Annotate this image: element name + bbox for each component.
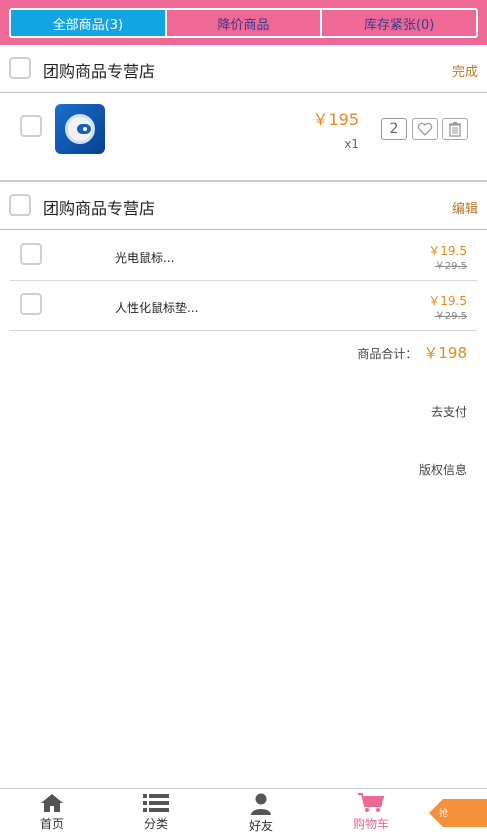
list-icon [143, 794, 169, 812]
nav-label: 好友 [248, 819, 273, 833]
item-checkbox[interactable] [20, 293, 42, 315]
nav-friends[interactable]: 好友 [221, 793, 301, 837]
tab-low-stock[interactable]: 库存紧张(0) [320, 10, 476, 36]
cart-icon [358, 793, 384, 812]
item-original-price: ￥29.5 [434, 311, 467, 322]
nav-category[interactable]: 分类 [116, 793, 196, 837]
cart-page: 全部商品(3) 降价商品 库存紧张(0) 团购商品专营店 完成 ￥195 x1 … [0, 0, 487, 838]
shop-header: 团购商品专营店 编辑 [0, 182, 487, 230]
favorite-heart-icon[interactable] [412, 118, 438, 140]
tab-bar: 全部商品(3) 降价商品 库存紧张(0) [0, 0, 487, 45]
copyright-link[interactable]: 版权信息 [419, 461, 467, 478]
item-name[interactable]: 人性化鼠标垫... [115, 299, 198, 316]
done-button[interactable]: 完成 [452, 61, 478, 80]
nav-label: 首页 [39, 817, 64, 831]
nav-label: 购物车 [352, 817, 389, 831]
user-icon [251, 793, 271, 815]
nav-home[interactable]: 首页 [12, 793, 92, 837]
shop-checkbox[interactable] [9, 57, 31, 79]
cart-item: 光电鼠标... ￥19.5 ￥29.5 [10, 231, 477, 281]
item-checkbox[interactable] [20, 243, 42, 265]
item-original-price: ￥29.5 [434, 261, 467, 272]
cart-item: ￥195 x1 2 [0, 95, 487, 181]
shop-header: 团购商品专营店 完成 [0, 45, 487, 93]
item-quantity-label: x1 [344, 137, 359, 151]
home-icon [41, 794, 63, 812]
quantity-stepper[interactable]: 2 [381, 118, 407, 140]
grab-label: 抢 [439, 809, 449, 819]
item-checkbox[interactable] [20, 115, 42, 137]
item-name[interactable]: 光电鼠标... [115, 249, 174, 266]
shop-name: 团购商品专营店 [43, 199, 156, 218]
product-thumbnail[interactable] [55, 104, 105, 154]
item-price: ￥195 [312, 110, 359, 129]
bottom-nav: 首页 分类 好友 购物车 [0, 788, 487, 838]
shop-checkbox[interactable] [9, 194, 31, 216]
cart-item: 人性化鼠标垫... ￥19.5 ￥29.5 [10, 281, 477, 331]
tab-group: 全部商品(3) 降价商品 库存紧张(0) [9, 8, 478, 38]
shop-name: 团购商品专营店 [43, 62, 156, 81]
tab-price-drop[interactable]: 降价商品 [164, 10, 321, 36]
total-value: ￥198 [423, 344, 467, 362]
delete-trash-icon[interactable] [442, 118, 468, 140]
pay-button[interactable]: 去支付 [431, 403, 467, 420]
total-label: 商品合计： [357, 347, 418, 361]
tab-all-products[interactable]: 全部商品(3) [11, 10, 165, 36]
nav-label: 分类 [143, 817, 168, 831]
order-total: 商品合计： ￥198 [357, 342, 467, 363]
nav-cart[interactable]: 购物车 [331, 793, 411, 837]
edit-button[interactable]: 编辑 [452, 198, 478, 217]
